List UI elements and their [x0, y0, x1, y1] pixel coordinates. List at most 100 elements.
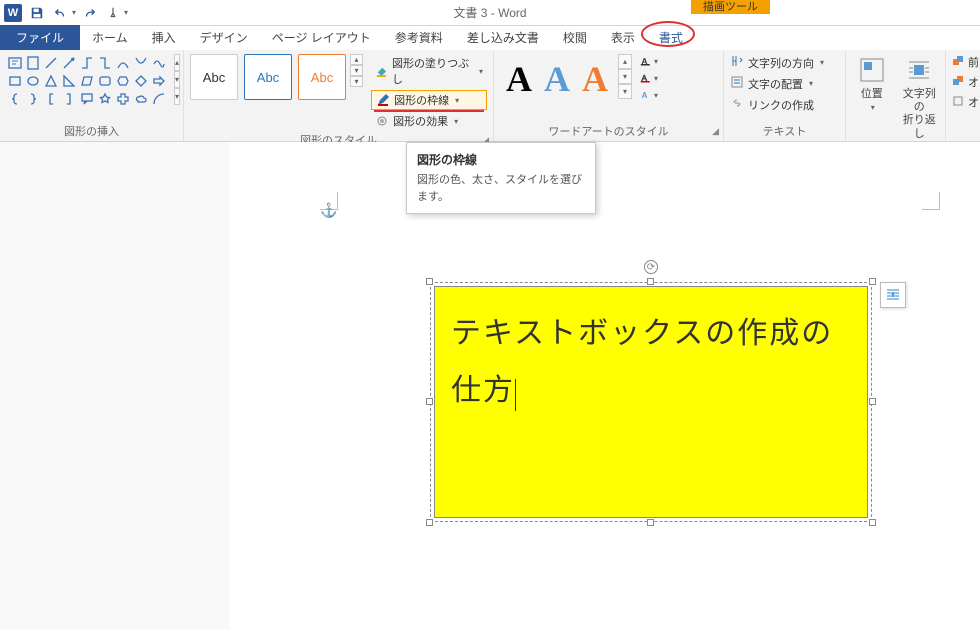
- style-preset-2[interactable]: Abc: [244, 54, 292, 100]
- shape-cross-icon[interactable]: [114, 90, 132, 108]
- shape-arc-icon[interactable]: [150, 90, 168, 108]
- shape-bracket-r-icon[interactable]: [60, 90, 78, 108]
- shapes-gallery[interactable]: [6, 54, 168, 108]
- rotate-handle[interactable]: ⟳: [644, 260, 658, 274]
- shape-outline-button[interactable]: 図形の枠線 ▾: [371, 90, 487, 110]
- page[interactable]: ⚓ ⟳ テキストボックスの作成の仕方: [230, 142, 980, 630]
- resize-handle-bl[interactable]: [426, 519, 433, 526]
- shape-textbox-vert-icon[interactable]: [24, 54, 42, 72]
- tab-home[interactable]: ホーム: [80, 25, 140, 50]
- text-caret: [515, 379, 516, 411]
- tab-review[interactable]: 校閲: [551, 25, 599, 50]
- resize-handle-tr[interactable]: [869, 278, 876, 285]
- style-scroll-more-icon[interactable]: ▾: [350, 76, 363, 87]
- create-link-button[interactable]: リンクの作成: [730, 96, 824, 113]
- shape-curve-icon[interactable]: [114, 54, 132, 72]
- shape-cloud-icon[interactable]: [132, 90, 150, 108]
- shape-parallelogram-icon[interactable]: [78, 72, 96, 90]
- wa-scroll-up-icon[interactable]: ▴: [618, 54, 632, 69]
- undo-button[interactable]: [50, 2, 72, 24]
- shape-bracket-l-icon[interactable]: [42, 90, 60, 108]
- shape-line-icon[interactable]: [42, 54, 60, 72]
- dropdown-icon: ▾: [455, 96, 459, 105]
- text-fill-button[interactable]: A▾: [640, 54, 658, 68]
- shape-triangle-icon[interactable]: [42, 72, 60, 90]
- shape-roundrect-icon[interactable]: [96, 72, 114, 90]
- style-preset-1[interactable]: Abc: [190, 54, 238, 100]
- group-wordart-styles: A A A ▴ ▾ ▾ A▾ A▾ A▾ ワードアートのスタイル◢: [494, 50, 724, 141]
- pencil-icon: [376, 93, 390, 107]
- shape-fill-button[interactable]: 図形の塗りつぶし ▾: [371, 54, 487, 88]
- scroll-up-icon[interactable]: ▴: [174, 54, 180, 71]
- shape-style-gallery[interactable]: Abc Abc Abc: [190, 54, 346, 100]
- shape-arrow-icon[interactable]: [60, 54, 78, 72]
- shape-textbox-icon[interactable]: [6, 54, 24, 72]
- text-direction-button[interactable]: 文字列の方向▾: [730, 54, 824, 71]
- scroll-down-icon[interactable]: ▾: [174, 71, 180, 88]
- bucket-icon: [375, 64, 388, 78]
- wordart-gallery-scroll[interactable]: ▴ ▾ ▾: [618, 54, 632, 99]
- shape-curve2-icon[interactable]: [132, 54, 150, 72]
- wordart-preset-3[interactable]: A: [582, 58, 608, 100]
- shape-effects-button[interactable]: 図形の効果 ▾: [371, 112, 487, 130]
- wordart-preset-1[interactable]: A: [506, 58, 532, 100]
- tab-mailings[interactable]: 差し込み文書: [455, 25, 551, 50]
- qat-customize-icon[interactable]: ▾: [124, 8, 128, 17]
- shape-oval-icon[interactable]: [24, 72, 42, 90]
- shape-elbow2-icon[interactable]: [96, 54, 114, 72]
- bring-forward-hint[interactable]: 前: [952, 54, 970, 70]
- shape-rtriangle-icon[interactable]: [60, 72, 78, 90]
- selection-pane-hint[interactable]: オ: [952, 94, 970, 110]
- shape-brace-l-icon[interactable]: [6, 90, 24, 108]
- shape-callout-icon[interactable]: [78, 90, 96, 108]
- resize-handle-mr[interactable]: [869, 398, 876, 405]
- touch-mode-button[interactable]: [102, 2, 124, 24]
- shape-hexagon-icon[interactable]: [114, 72, 132, 90]
- wa-scroll-down-icon[interactable]: ▾: [618, 69, 632, 84]
- dialog-launcher-icon[interactable]: ◢: [712, 126, 719, 137]
- textbox[interactable]: テキストボックスの作成の仕方: [434, 286, 868, 518]
- tab-page-layout[interactable]: ページ レイアウト: [260, 25, 383, 50]
- save-button[interactable]: [26, 2, 48, 24]
- redo-button[interactable]: [78, 2, 100, 24]
- text-effects-button[interactable]: A▾: [640, 88, 658, 102]
- wa-scroll-more-icon[interactable]: ▾: [618, 84, 632, 99]
- shape-arrowblock-icon[interactable]: [150, 72, 168, 90]
- shape-brace-r-icon[interactable]: [24, 90, 42, 108]
- create-link-label: リンクの作成: [748, 97, 814, 113]
- wrap-text-button[interactable]: 文字列の 折り返し ▾: [900, 54, 940, 152]
- dropdown-icon: ▾: [654, 91, 658, 100]
- textbox-selection[interactable]: ⟳ テキストボックスの作成の仕方: [430, 282, 872, 522]
- scroll-more-icon[interactable]: ▾: [174, 88, 180, 105]
- tab-format[interactable]: 書式: [647, 25, 695, 50]
- text-outline-button[interactable]: A▾: [640, 71, 658, 85]
- style-gallery-scroll[interactable]: ▴ ▾ ▾: [350, 54, 363, 87]
- style-scroll-down-icon[interactable]: ▾: [350, 65, 363, 76]
- resize-handle-tm[interactable]: [647, 278, 654, 285]
- resize-handle-ml[interactable]: [426, 398, 433, 405]
- tab-references[interactable]: 参考資料: [383, 25, 455, 50]
- position-button[interactable]: 位置 ▾: [852, 54, 892, 113]
- tab-file[interactable]: ファイル: [0, 25, 80, 50]
- style-preset-3[interactable]: Abc: [298, 54, 346, 100]
- shape-freeform-icon[interactable]: [150, 54, 168, 72]
- style-scroll-up-icon[interactable]: ▴: [350, 54, 363, 65]
- shapes-gallery-scroll[interactable]: ▴ ▾ ▾: [174, 54, 180, 105]
- layout-options-button[interactable]: [880, 282, 906, 308]
- send-backward-hint[interactable]: オ: [952, 74, 970, 90]
- tab-insert[interactable]: 挿入: [140, 25, 188, 50]
- resize-handle-tl[interactable]: [426, 278, 433, 285]
- wordart-gallery[interactable]: A A A: [500, 54, 614, 104]
- tab-view[interactable]: 表示: [599, 25, 647, 50]
- shape-rect-icon[interactable]: [6, 72, 24, 90]
- resize-handle-bm[interactable]: [647, 519, 654, 526]
- wordart-preset-2[interactable]: A: [544, 58, 570, 100]
- resize-handle-br[interactable]: [869, 519, 876, 526]
- text-align-button[interactable]: 文字の配置▾: [730, 75, 824, 92]
- tab-design[interactable]: デザイン: [188, 25, 260, 50]
- shape-diamond-icon[interactable]: [132, 72, 150, 90]
- shape-elbow-icon[interactable]: [78, 54, 96, 72]
- shape-star-icon[interactable]: [96, 90, 114, 108]
- position-icon: [856, 54, 888, 86]
- undo-dropdown-icon[interactable]: ▾: [72, 8, 76, 17]
